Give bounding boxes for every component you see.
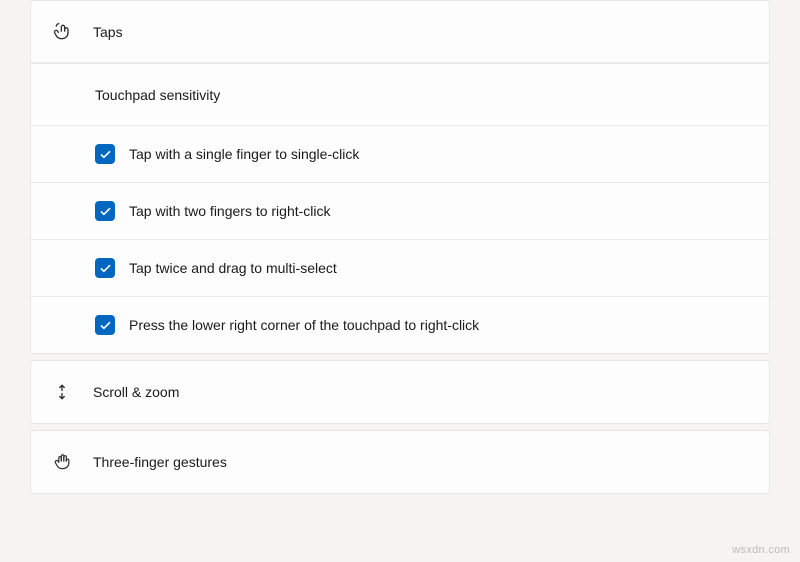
option-corner-right-click[interactable]: Press the lower right corner of the touc… [31, 296, 769, 353]
option-single-tap[interactable]: Tap with a single finger to single-click [31, 125, 769, 182]
touchpad-sensitivity-label: Touchpad sensitivity [95, 87, 220, 103]
taps-title: Taps [93, 24, 123, 40]
option-two-finger-tap[interactable]: Tap with two fingers to right-click [31, 182, 769, 239]
checkbox-two-finger-tap[interactable] [95, 201, 115, 221]
scroll-zoom-header[interactable]: Scroll & zoom [31, 361, 769, 423]
checkbox-tap-drag[interactable] [95, 258, 115, 278]
option-two-finger-tap-label: Tap with two fingers to right-click [129, 203, 331, 219]
three-finger-icon [53, 452, 93, 472]
taps-section-header[interactable]: Taps [31, 1, 769, 63]
touchpad-settings-panel: Taps Touchpad sensitivity Tap with a sin… [30, 0, 770, 494]
taps-section-card: Taps Touchpad sensitivity Tap with a sin… [30, 0, 770, 354]
option-single-tap-label: Tap with a single finger to single-click [129, 146, 359, 162]
scroll-zoom-title: Scroll & zoom [93, 384, 179, 400]
watermark-text: wsxdn.com [732, 544, 790, 556]
check-icon [99, 262, 112, 275]
taps-icon [53, 22, 93, 42]
three-finger-header[interactable]: Three-finger gestures [31, 431, 769, 493]
scroll-zoom-icon [53, 383, 93, 401]
three-finger-section-card: Three-finger gestures [30, 430, 770, 494]
option-tap-drag[interactable]: Tap twice and drag to multi-select [31, 239, 769, 296]
touchpad-sensitivity-row[interactable]: Touchpad sensitivity [31, 63, 769, 125]
checkbox-single-tap[interactable] [95, 144, 115, 164]
option-corner-right-click-label: Press the lower right corner of the touc… [129, 317, 479, 333]
option-tap-drag-label: Tap twice and drag to multi-select [129, 260, 337, 276]
check-icon [99, 319, 112, 332]
check-icon [99, 148, 112, 161]
three-finger-title: Three-finger gestures [93, 454, 227, 470]
check-icon [99, 205, 112, 218]
checkbox-corner-right-click[interactable] [95, 315, 115, 335]
scroll-zoom-section-card: Scroll & zoom [30, 360, 770, 424]
